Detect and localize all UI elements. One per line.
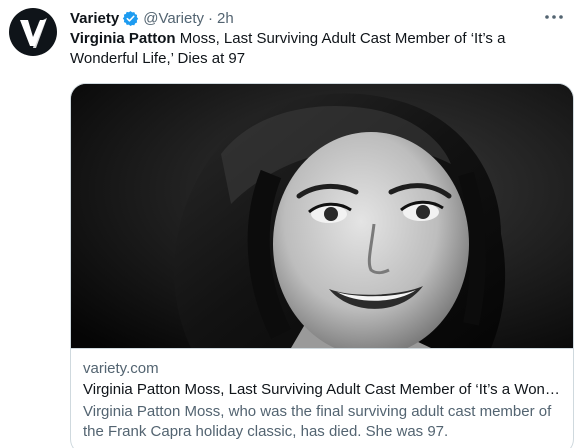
handle[interactable]: @Variety xyxy=(143,10,204,27)
tweet-text-bold: Virginia Patton xyxy=(70,30,176,47)
card-meta[interactable]: variety.com Virginia Patton Moss, Last S… xyxy=(71,348,573,442)
card-title: Virginia Patton Moss, Last Surviving Adu… xyxy=(83,381,560,398)
verified-badge-icon xyxy=(122,10,139,27)
tweet-header: Variety @Variety · 2h xyxy=(70,8,234,28)
more-options-button[interactable] xyxy=(542,6,566,28)
card-image[interactable] xyxy=(71,84,573,348)
more-options-icon xyxy=(545,15,563,19)
link-card[interactable]: variety.com Virginia Patton Moss, Last S… xyxy=(70,83,574,448)
avatar[interactable] xyxy=(9,8,57,56)
timestamp[interactable]: 2h xyxy=(217,10,234,27)
tweet[interactable]: Variety @Variety · 2h Virginia Patton Mo… xyxy=(0,0,580,448)
display-name[interactable]: Variety xyxy=(70,10,119,27)
card-description: Virginia Patton Moss, who was the final … xyxy=(83,403,552,440)
tweet-text: Virginia Patton Moss, Last Surviving Adu… xyxy=(70,29,570,69)
portrait-photo xyxy=(71,84,573,348)
separator-dot: · xyxy=(208,9,214,27)
card-domain: variety.com xyxy=(83,360,159,377)
variety-v-logo-icon xyxy=(20,18,47,48)
